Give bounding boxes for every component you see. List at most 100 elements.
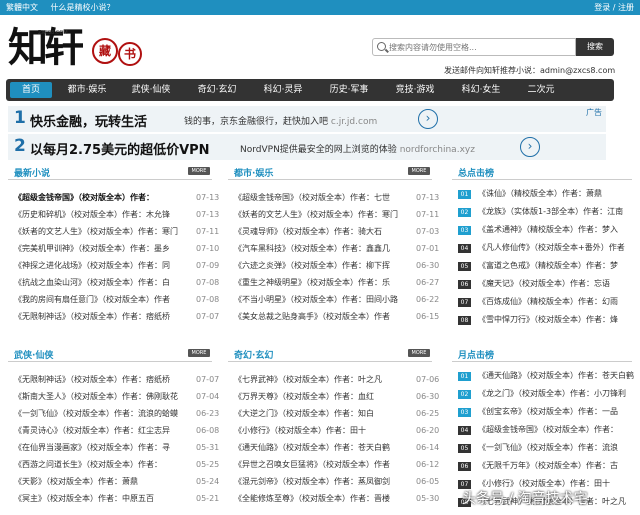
chevron-right-icon[interactable]: › bbox=[418, 109, 438, 129]
nav-home[interactable]: 首页 bbox=[10, 82, 52, 98]
more-button[interactable]: MORE bbox=[408, 349, 430, 357]
panel-header: 月点击榜 bbox=[452, 346, 632, 362]
rank-item[interactable]: 03 《创宝玄帝》（校对版全本）作者：一品 bbox=[458, 404, 640, 420]
search-box bbox=[372, 38, 576, 56]
panel-header: 武侠·仙侠 MORE bbox=[8, 346, 212, 362]
recommend-email: 发送邮件向知轩推荐小说：admin@zxcs8.com bbox=[444, 66, 616, 75]
list-item[interactable]: 《大逆之门》（校对版全本）作者：知白 06-25 bbox=[234, 406, 442, 422]
list-item[interactable]: 《超级金钱帝国》（校对版全本）作者：七世 07-13 bbox=[234, 190, 442, 206]
login-link[interactable]: 登录 bbox=[594, 3, 610, 12]
ad-subtext: NordVPN提供最安全的网上浏览的体验 nordforchina.xyz bbox=[240, 145, 475, 155]
ad-headline[interactable]: 以每月2.75美元的超低价VPN bbox=[30, 139, 210, 158]
chevron-right-icon[interactable]: › bbox=[520, 137, 540, 157]
list-item[interactable]: 《美女总裁之贴身高手》（校对版全本）作者 06-15 bbox=[234, 309, 442, 325]
panel-title[interactable]: 月点击榜 bbox=[458, 348, 494, 361]
panel-title[interactable]: 都市·娱乐 bbox=[234, 166, 273, 179]
rank-item[interactable]: 01 《通天仙路》（校对版全本）作者：苍天白鹤 bbox=[458, 368, 640, 384]
list-item[interactable]: 《混元剑帝》（校对版全本）作者：蒸凤御剑 06-05 bbox=[234, 474, 442, 490]
list-item[interactable]: 《斯南大圣人》（校对版全本）作者：佛刚耿花 07-04 bbox=[14, 389, 222, 405]
list-item[interactable]: 《完美机甲训神》（校对版全本）作者：墨乡 07-10 bbox=[14, 241, 222, 257]
list-item[interactable]: 《西游之问道长生》（校对版全本）作者： 05-25 bbox=[14, 457, 222, 473]
list-item[interactable]: 《全能修炼至尊》（校对版全本）作者：晋楼 05-30 bbox=[234, 491, 442, 507]
panel-title[interactable]: 总点击榜 bbox=[458, 166, 494, 179]
list-item[interactable]: 《妖者的文艺人生》（校对版全本）作者：寒门 07-11 bbox=[14, 224, 222, 240]
register-link[interactable]: 注册 bbox=[618, 3, 634, 12]
list-item[interactable]: 《我的房间有扇任意门》（校对版全本）作者 07-08 bbox=[14, 292, 222, 308]
logo-seal-cang: 藏 bbox=[92, 38, 118, 64]
list-item[interactable]: 《汽车黑科技》（校对版全本）作者：鑫鑫几 07-01 bbox=[234, 241, 442, 257]
more-button[interactable]: MORE bbox=[188, 167, 210, 175]
panel-header: 最新小说 MORE bbox=[8, 164, 212, 180]
site-logo[interactable]: 知轩 ZXCS8.COM 藏 书 bbox=[8, 22, 158, 74]
list-item[interactable]: 《一剑飞仙》（校对版全本）作者：流浪的蛤蟆 06-23 bbox=[14, 406, 222, 422]
list-item[interactable]: 《灵魂导师》（校对版全本）作者：骑大石 07-03 bbox=[234, 224, 442, 240]
rank-item[interactable]: 07 《百炼成仙》（精校版全本）作者：幻雨 bbox=[458, 294, 640, 310]
ad-subtext: 钱的事，京东金融很行，赶快加入吧 c.jr.jd.com bbox=[184, 117, 378, 127]
list-item[interactable]: 《通天仙路》（校对版全本）作者：苍天白鹤 06-14 bbox=[234, 440, 442, 456]
nav-female[interactable]: 科幻·女生 bbox=[452, 79, 510, 101]
ad-banner-1[interactable]: 1 快乐金融，玩转生活 钱的事，京东金融很行，赶快加入吧 c.jr.jd.com… bbox=[8, 106, 606, 132]
rank-item[interactable]: 02 《龙之门》（校对版全本）作者：小刀锋利 bbox=[458, 386, 640, 402]
ad-number: 2 bbox=[14, 136, 26, 156]
rank-item[interactable]: 04 《超级金钱帝国》（校对版全本）作者： bbox=[458, 422, 640, 438]
logo-seal-shu: 书 bbox=[118, 42, 142, 66]
list-item[interactable]: 《冥主》（校对版全本）作者：中原五百 05-21 bbox=[14, 491, 222, 507]
list-item[interactable]: 《妖者的文艺人生》（校对版全本）作者：寒门 07-11 bbox=[234, 207, 442, 223]
nav-acg[interactable]: 二次元 bbox=[518, 79, 564, 101]
panel-title[interactable]: 武侠·仙侠 bbox=[14, 348, 53, 361]
panel-header: 奇幻·玄幻 MORE bbox=[228, 346, 432, 362]
rank-item[interactable]: 03 《盖术通神》（精校版全本）作者：梦入 bbox=[458, 222, 640, 238]
traditional-chinese-link[interactable]: 繁體中文 bbox=[6, 3, 38, 12]
list-item[interactable]: 《万界天尊》（校对版全本）作者：血红 06-30 bbox=[234, 389, 442, 405]
nav-urban[interactable]: 都市·娱乐 bbox=[58, 79, 116, 101]
list-item[interactable]: 《六迹之炎弹》（校对版全本）作者：柳下挥 06-30 bbox=[234, 258, 442, 274]
top-sep: / bbox=[610, 3, 618, 12]
main-nav: 首页 都市·娱乐 武侠·仙侠 奇幻·玄幻 科幻·灵异 历史·军事 竞技·游戏 科… bbox=[6, 79, 614, 101]
list-item[interactable]: 《异世之召唤女巨猛将》（校对版全本）作者 06-12 bbox=[234, 457, 442, 473]
ad-url: c.jr.jd.com bbox=[330, 117, 378, 127]
list-item[interactable]: 《小修行》（校对版全本）作者：田十 06-20 bbox=[234, 423, 442, 439]
list-item[interactable]: 《抗战之血染山河》（校对版全本）作者：白 07-08 bbox=[14, 275, 222, 291]
rank-item[interactable]: 06 《魔天记》（校对版全本）作者：忘语 bbox=[458, 276, 640, 292]
watermark: 头条号 / 淘音技术宅 bbox=[462, 491, 588, 507]
nav-scifi[interactable]: 科幻·灵异 bbox=[254, 79, 312, 101]
panel-title[interactable]: 奇幻·玄幻 bbox=[234, 348, 273, 361]
rank-item[interactable]: 02 《龙族》（实体版1-3部全本）作者：江南 bbox=[458, 204, 640, 220]
rank-item[interactable]: 05 《富道之色戒》（精校版全本）作者：梦 bbox=[458, 258, 640, 274]
nav-history[interactable]: 历史·军事 bbox=[320, 79, 378, 101]
list-item[interactable]: 《在仙界当漫画家》（校对版全本）作者：寻 05-31 bbox=[14, 440, 222, 456]
more-button[interactable]: MORE bbox=[408, 167, 430, 175]
list-item[interactable]: 《不当小明星》（校对版全本）作者：田间小路 06-22 bbox=[234, 292, 442, 308]
ad-headline[interactable]: 快乐金融，玩转生活 bbox=[30, 111, 147, 130]
list-item[interactable]: 《超级金钱帝国》（校对版全本）作者： 07-13 bbox=[14, 190, 222, 206]
list-item[interactable]: 《历史和碎机》（校对版全本）作者：木允锋 07-13 bbox=[14, 207, 222, 223]
list-item[interactable]: 《七界武神》（校对版全本）作者：叶之凡 07-06 bbox=[234, 372, 442, 388]
more-button[interactable]: MORE bbox=[188, 349, 210, 357]
rank-item[interactable]: 06 《无限千万年》（校对版全本）作者：古 bbox=[458, 458, 640, 474]
list-item[interactable]: 《无限制神话》（校对版全本）作者：痞纸桥 07-07 bbox=[14, 372, 222, 388]
ad-number: 1 bbox=[14, 108, 26, 128]
list-item[interactable]: 《重生之神级明星》（校对版全本）作者：乐 06-27 bbox=[234, 275, 442, 291]
rank-item[interactable]: 08 《雪中悍刀行》（校对版全本）作者：烽 bbox=[458, 312, 640, 328]
search-icon bbox=[377, 42, 386, 51]
nav-fantasy[interactable]: 奇幻·玄幻 bbox=[188, 79, 246, 101]
list-item[interactable]: 《神探之进化战场》（校对版全本）作者：同 07-09 bbox=[14, 258, 222, 274]
panel-header: 总点击榜 bbox=[452, 164, 632, 180]
search-input[interactable] bbox=[389, 40, 573, 54]
rank-item[interactable]: 05 《一剑飞仙》（校对版全本）作者：流浪 bbox=[458, 440, 640, 456]
rank-item[interactable]: 01 《诛仙》（精校版全本）作者：萧鼎 bbox=[458, 186, 640, 202]
rank-item[interactable]: 04 《凡人修仙传》（校对版全本+番外）作者 bbox=[458, 240, 640, 256]
panel-title[interactable]: 最新小说 bbox=[14, 166, 50, 179]
ad-url: nordforchina.xyz bbox=[399, 145, 475, 155]
logo-domain: ZXCS8.COM bbox=[38, 30, 68, 36]
search-button[interactable]: 搜索 bbox=[576, 38, 614, 56]
panel-header: 都市·娱乐 MORE bbox=[228, 164, 432, 180]
what-is-proofread-link[interactable]: 什么是精校小说？ bbox=[51, 3, 115, 12]
list-item[interactable]: 《无限制神话》（校对版全本）作者：痞纸桥 07-07 bbox=[14, 309, 222, 325]
list-item[interactable]: 《青灵诗心》（校对版全本）作者：红尘志异 06-08 bbox=[14, 423, 222, 439]
list-item[interactable]: 《天影》（校对版全本）作者：萧鼎 05-24 bbox=[14, 474, 222, 490]
ad-banner-2[interactable]: 2 以每月2.75美元的超低价VPN NordVPN提供最安全的网上浏览的体验 … bbox=[8, 134, 606, 160]
top-bar: 繁體中文 什么是精校小说？ 登录 / 注册 bbox=[0, 0, 640, 15]
nav-wuxia[interactable]: 武侠·仙侠 bbox=[122, 79, 180, 101]
nav-games[interactable]: 竞技·游戏 bbox=[386, 79, 444, 101]
